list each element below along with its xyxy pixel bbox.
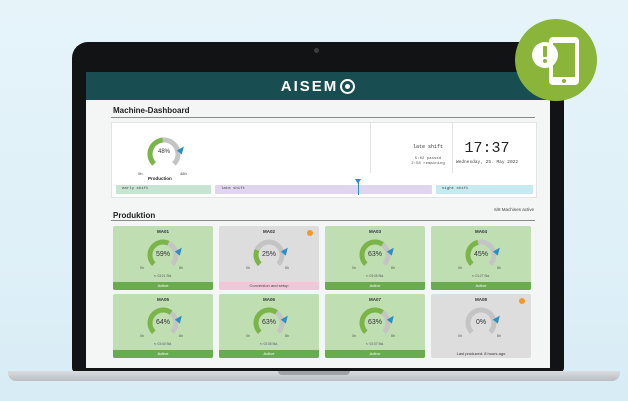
machine-duration-text: 03:40 Std.	[157, 342, 173, 346]
axis-min-label: 0h	[352, 266, 356, 270]
machine-duration-text: 03:35 Std.	[263, 342, 279, 346]
machine-card[interactable]: MA01 59% 0h 8h ↻ 03:21 Std. Active	[113, 226, 213, 290]
axis-min-label: 0h	[352, 334, 356, 338]
axis-min-label: 0h	[140, 266, 144, 270]
machine-duration: ↻ 03:40 Std.	[113, 342, 213, 346]
axis-min-label: 0h	[246, 266, 250, 270]
axis-max-label: 8h	[497, 334, 501, 338]
axis-max-label: 8h	[179, 334, 183, 338]
axis-min-label: 0h	[458, 266, 462, 270]
axis-min-label: 0h	[140, 334, 144, 338]
machine-duration-text: 03:21 Std.	[157, 274, 173, 278]
machine-percent: 59%	[155, 251, 170, 258]
axis-max-label: 8h	[285, 334, 289, 338]
machine-percent: 63%	[367, 251, 382, 258]
axis-max-label: 8h	[497, 266, 501, 270]
dashboard-content: Machine-Dashboard 48% 0h 48h Production …	[86, 100, 550, 368]
machine-status: Active	[219, 350, 319, 358]
gauge-max-label: 48h	[180, 171, 187, 176]
title-divider	[111, 117, 535, 118]
top-bar: AISEM	[86, 72, 550, 100]
machine-duration: ↻ 03:35 Std.	[325, 274, 425, 278]
phone-alert-icon	[532, 37, 579, 85]
machine-percent: 0%	[475, 319, 487, 326]
production-label: Production	[148, 176, 172, 181]
machine-percent: 45%	[473, 251, 488, 258]
machine-card[interactable]: MA02 25% 0h 8h Conversion and setup	[219, 226, 319, 290]
machine-duration: ↻ 03:21 Std.	[113, 274, 213, 278]
clock-icon: ↻	[365, 342, 369, 346]
machine-card[interactable]: MA06 63% 0h 8h ↻ 03:35 Std. Active	[219, 294, 319, 358]
machine-duration-text: 03:37 Std.	[369, 342, 385, 346]
clock-time: 17:37	[464, 140, 510, 157]
machine-percent: 63%	[367, 319, 382, 326]
production-divider	[111, 220, 535, 221]
machine-status: Last produced: 8 hours ago	[431, 350, 531, 358]
production-title: Produktion	[113, 211, 156, 220]
machine-status: Active	[325, 350, 425, 358]
machine-status: Active	[431, 282, 531, 290]
machine-status: Active	[113, 282, 213, 290]
machine-card[interactable]: MA04 45% 0h 8h ↻ 01:27 Std. Active	[431, 226, 531, 290]
machine-percent: 63%	[261, 319, 276, 326]
dashboard-title: Machine-Dashboard	[113, 106, 190, 115]
clock-icon: ↻	[471, 274, 475, 278]
laptop-base	[8, 371, 620, 381]
machine-card[interactable]: MA03 63% 0h 8h ↻ 03:35 Std. Active	[325, 226, 425, 290]
machine-status: Conversion and setup	[219, 282, 319, 290]
aisemo-logo: AISEM	[281, 78, 356, 95]
machine-card[interactable]: MA05 64% 0h 8h ↻ 03:40 Std. Active	[113, 294, 213, 358]
axis-max-label: 8h	[391, 266, 395, 270]
machine-percent: 25%	[261, 251, 276, 258]
machine-duration: ↻ 03:37 Std.	[325, 342, 425, 346]
timeline-late-shift[interactable]: late shift	[215, 185, 432, 194]
machine-percent: 64%	[155, 319, 170, 326]
machine-card[interactable]: MA07 63% 0h 8h ↻ 03:37 Std. Active	[325, 294, 425, 358]
axis-max-label: 8h	[179, 266, 183, 270]
axis-min-label: 0h	[458, 334, 462, 338]
timeline-early-shift[interactable]: early shift	[116, 185, 211, 194]
machine-duration-text: 03:35 Std.	[369, 274, 385, 278]
machine-duration-text: 01:27 Std.	[475, 274, 491, 278]
card-divider	[370, 123, 371, 173]
clock-date: Wednesday, 25. May 2022	[455, 160, 519, 165]
clock-icon: ↻	[153, 342, 157, 346]
clock-icon: ↻	[365, 274, 369, 278]
alert-dot-icon	[307, 230, 313, 236]
machines-active-count: 6/8 Machines active	[494, 207, 534, 212]
machine-card[interactable]: MA08 0% 0h 8h Last produced: 8 hours ago	[431, 294, 531, 358]
production-gauge-percent: 48%	[157, 149, 170, 155]
clock-icon: ↻	[153, 274, 157, 278]
axis-min-label: 0h	[246, 334, 250, 338]
axis-max-label: 8h	[285, 266, 289, 270]
alert-dot-icon	[519, 298, 525, 304]
phone-alert-badge	[515, 19, 597, 101]
logo-o-mark	[340, 78, 356, 94]
logo-text: AISEM	[280, 77, 339, 95]
app-screen: AISEM Machine-Dashboard 48% 0h 48h Produ…	[86, 72, 550, 368]
gauge-min-label: 0h	[138, 171, 143, 176]
clock-icon: ↻	[259, 342, 263, 346]
webcam	[314, 48, 319, 53]
machine-status: Active	[113, 350, 213, 358]
machine-duration: ↻ 03:35 Std.	[219, 342, 319, 346]
timeline-now-marker	[355, 179, 361, 195]
timeline-night-shift[interactable]: night shift	[436, 185, 533, 194]
machine-duration: ↻ 01:27 Std.	[431, 274, 531, 278]
axis-max-label: 8h	[391, 334, 395, 338]
machine-status: Active	[325, 282, 425, 290]
